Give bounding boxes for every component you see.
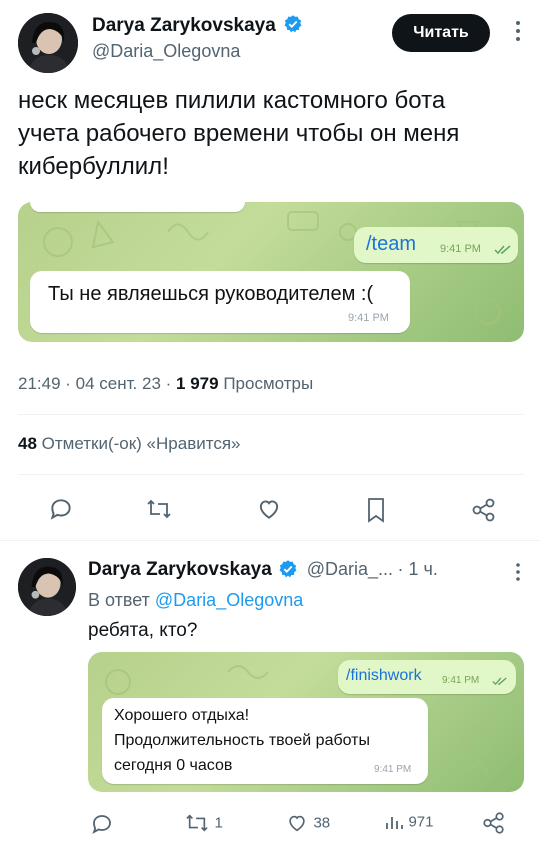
likes-summary[interactable]: 48 Отметки(-ок) «Нравится» [18,434,241,454]
author-handle[interactable]: @Daria_Olegovna [92,41,240,62]
likes-count: 48 [18,434,37,453]
chat-incoming-line-1: Хорошего отдыха! [114,707,250,724]
reply-author-avatar[interactable] [18,558,76,616]
reply-avatar-photo [18,558,76,616]
reply-to-line: В ответ @Daria_Olegovna [88,590,303,611]
chat-command: /team [366,233,417,255]
reply-author-handle[interactable]: @Daria_... [307,559,393,579]
double-check-icon [494,245,511,255]
author-name[interactable]: Darya Zarykovskaya [92,15,303,37]
reply-retweet-count: 1 [214,814,223,832]
verified-badge-icon [284,15,302,33]
views-icon [386,817,403,829]
chat-outgoing-bubble: /team 9:41 PM [354,227,518,263]
author-name-text[interactable]: Darya Zarykovskaya [92,15,276,36]
reply-to-prefix: В ответ [88,590,150,610]
chat-screenshot-2: /finishwork 9:41 PM Хорошего отдыха! Про… [88,652,524,792]
chat-outgoing-time: 9:41 PM [442,675,480,686]
chat-incoming-bubble: Ты не являешься руководителем :( 9:41 PM [30,271,410,333]
share-icon[interactable] [470,496,498,524]
chat-command: /finishwork [346,667,422,684]
reply-separator: · [397,559,409,579]
reply-views-button[interactable]: 971 [384,812,433,836]
chat-partial-bubble [30,202,245,212]
chat-incoming-text: Ты не являешься руководителем :( [48,283,374,305]
reply-like-count: 38 [313,814,331,832]
likes-label: Отметки(-ок) «Нравится» [41,434,241,453]
heart-icon[interactable] [255,496,283,522]
chat-incoming-time: 9:41 PM [348,312,389,324]
tweet-text: неск месяцев пилили кастомного бота учет… [18,87,460,180]
retweet-icon[interactable] [145,496,173,522]
chat-screenshot-1: /team 9:41 PM Ты не являешься руководите… [18,202,524,342]
chat-incoming-line-3: сегодня 0 часов [114,757,233,774]
reply-like-button[interactable]: 38 [285,812,330,836]
divider-2 [18,474,524,475]
verified-badge-icon [279,560,297,578]
reply-views-count: 971 [408,813,434,831]
divider-1 [18,414,524,415]
retweet-icon [186,814,208,832]
chat-incoming-time: 9:41 PM [374,764,412,775]
chat-outgoing-bubble: /finishwork 9:41 PM [338,660,516,694]
reply-time-ago[interactable]: 1 ч. [408,559,437,579]
reply-share-icon[interactable] [481,810,507,836]
chat-outgoing-time: 9:41 PM [440,243,481,255]
meta-separator-2: · [165,374,177,393]
tweet-date[interactable]: 04 сент. 23 [76,374,161,393]
reply-text: ребята, кто? [88,620,198,641]
reply-comment-icon[interactable] [90,812,114,836]
more-icon[interactable] [508,16,528,46]
double-check-icon [492,677,507,686]
avatar-photo [18,13,78,73]
views-label: Просмотры [223,374,314,393]
tweet-meta: 21:49 · 04 сент. 23 · 1 979 Просмотры [18,374,313,394]
reply-author-name[interactable]: Darya Zarykovskaya [88,559,272,580]
meta-separator-1: · [65,374,76,393]
heart-icon [289,815,305,832]
bookmark-icon[interactable] [364,496,388,524]
tweet-time[interactable]: 21:49 [18,374,61,393]
reply-header: Darya Zarykovskaya @Daria_... · 1 ч. [88,559,438,581]
reply-more-icon[interactable] [508,560,528,584]
reply-retweet-button[interactable]: 1 [184,812,223,836]
comment-icon[interactable] [48,496,74,522]
chat-incoming-line-2: Продолжительность твоей работы [114,732,370,749]
divider-3 [0,540,540,541]
chat-incoming-bubble: Хорошего отдыха! Продолжительность твоей… [102,698,428,784]
author-avatar[interactable] [18,13,78,73]
views-count: 1 979 [176,374,219,393]
read-button[interactable]: Читать [392,14,490,52]
reply-to-handle[interactable]: @Daria_Olegovna [155,590,303,610]
